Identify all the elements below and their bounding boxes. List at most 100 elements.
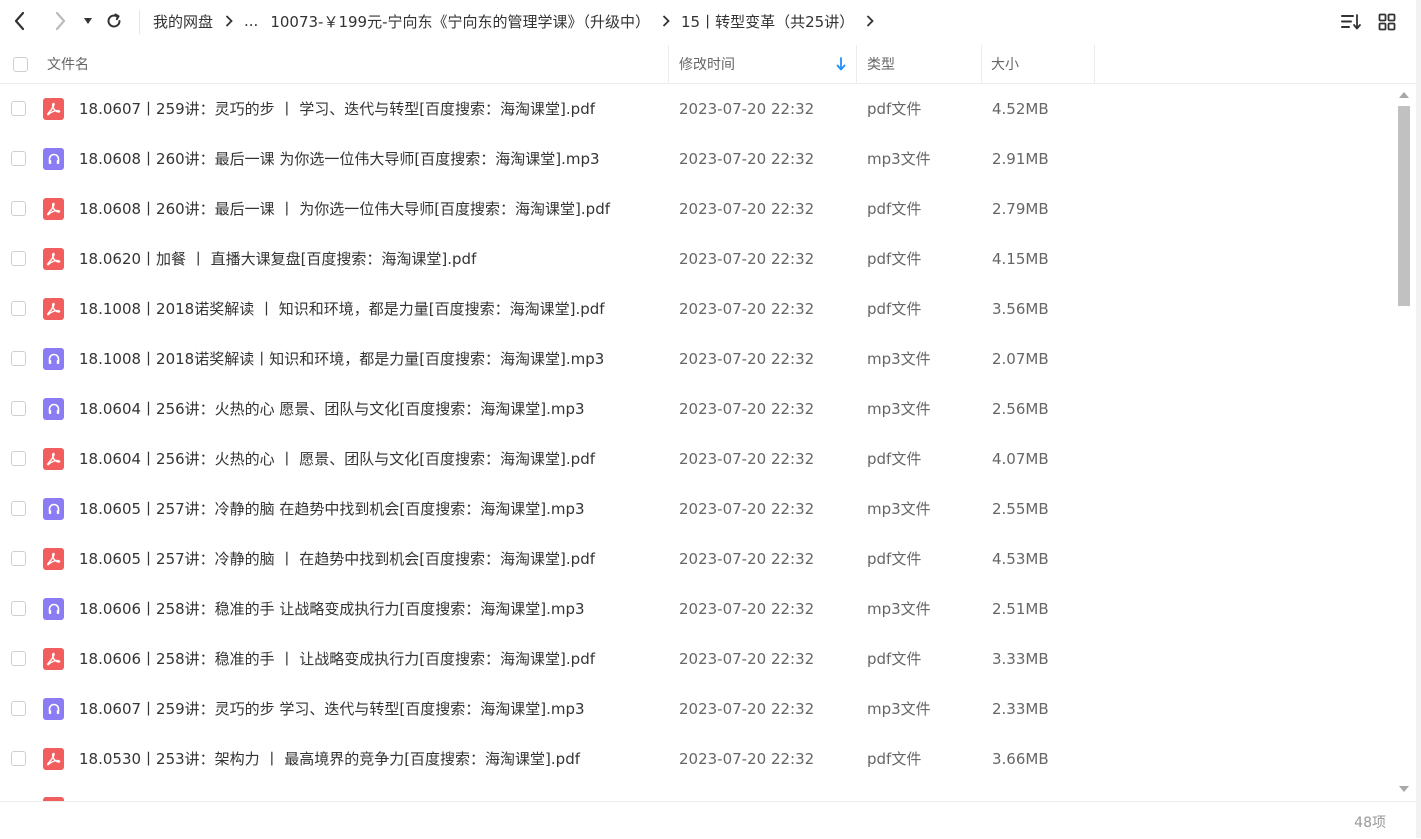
row-checkbox[interactable]	[11, 401, 26, 416]
file-size: 4.53MB	[992, 550, 1049, 568]
window-edge	[1416, 0, 1421, 838]
back-button[interactable]	[8, 8, 32, 34]
chevron-right-icon	[225, 15, 233, 27]
row-checkbox[interactable]	[11, 751, 26, 766]
file-type: mp3文件	[867, 350, 931, 368]
row-checkbox[interactable]	[11, 151, 26, 166]
file-name[interactable]: 18.0607丨259讲：灵巧的步 丨 学习、迭代与转型[百度搜索：海淘课堂].…	[79, 84, 595, 134]
row-checkbox[interactable]	[11, 701, 26, 716]
table-row[interactable]: 18.0605丨257讲：冷静的脑 丨 在趋势中找到机会[百度搜索：海淘课堂].…	[0, 534, 1396, 584]
file-modified-time: 2023-07-20 22:32	[679, 550, 815, 568]
file-size: 4.07MB	[992, 450, 1049, 468]
history-dropdown-button[interactable]	[78, 8, 98, 34]
file-type: pdf文件	[867, 750, 922, 768]
pdf-file-icon	[43, 648, 64, 670]
file-size: 3.33MB	[992, 650, 1049, 668]
table-row[interactable]: 18.0607丨259讲：灵巧的步 丨 学习、迭代与转型[百度搜索：海淘课堂].…	[0, 84, 1396, 134]
triangle-down-icon	[1399, 786, 1409, 792]
file-size: 4.15MB	[992, 250, 1049, 268]
scrollbar-thumb[interactable]	[1398, 106, 1410, 306]
pdf-file-icon	[43, 448, 64, 470]
audio-file-icon	[43, 598, 64, 620]
file-type: pdf文件	[867, 200, 922, 218]
file-name[interactable]: 18.0606丨258讲：稳准的手 丨 让战略变成执行力[百度搜索：海淘课堂].…	[79, 634, 595, 684]
file-name[interactable]: 18.0620丨加餐 丨 直播大课复盘[百度搜索：海淘课堂].pdf	[79, 234, 476, 284]
row-checkbox[interactable]	[11, 251, 26, 266]
file-name[interactable]: 18.0605丨257讲：冷静的脑 在趋势中找到机会[百度搜索：海淘课堂].mp…	[79, 484, 585, 534]
scroll-down-button[interactable]	[1396, 782, 1412, 796]
table-row[interactable]: 18.0607丨259讲：灵巧的步 学习、迭代与转型[百度搜索：海淘课堂].mp…	[0, 684, 1396, 734]
table-row[interactable]: 18.0606丨258讲：稳准的手 让战略变成执行力[百度搜索：海淘课堂].mp…	[0, 584, 1396, 634]
file-modified-time: 2023-07-20 22:32	[679, 500, 815, 518]
file-name[interactable]: 18.0530丨253讲：架构力 丨 最高境界的竞争力[百度搜索：海淘课堂].p…	[79, 734, 580, 784]
file-name[interactable]: 18.1008丨2018诺奖解读 丨 知识和环境，都是力量[百度搜索：海淘课堂]…	[79, 284, 605, 334]
table-row[interactable]: 18.0606丨258讲：稳准的手 丨 让战略变成执行力[百度搜索：海淘课堂].…	[0, 634, 1396, 684]
breadcrumb-item-current[interactable]: 15丨转型变革（共25讲）	[681, 11, 854, 32]
table-row[interactable]: 18.1008丨2018诺奖解读 丨 知识和环境，都是力量[百度搜索：海淘课堂]…	[0, 284, 1396, 334]
file-type: pdf文件	[867, 450, 922, 468]
file-name[interactable]: 18.0604丨256讲：火热的心 愿景、团队与文化[百度搜索：海淘课堂].mp…	[79, 384, 585, 434]
row-checkbox[interactable]	[11, 101, 26, 116]
column-header-type[interactable]: 类型	[867, 45, 895, 83]
row-checkbox[interactable]	[11, 501, 26, 516]
file-modified-time: 2023-07-20 22:32	[679, 350, 815, 368]
row-checkbox[interactable]	[11, 201, 26, 216]
file-size: 2.91MB	[992, 150, 1049, 168]
file-name[interactable]: 18.0604丨256讲：火热的心 丨 愿景、团队与文化[百度搜索：海淘课堂].…	[79, 434, 595, 484]
row-checkbox[interactable]	[11, 301, 26, 316]
breadcrumb-item-ellipsis[interactable]: ...	[244, 12, 258, 30]
file-modified-time: 2023-07-20 22:32	[679, 450, 815, 468]
refresh-button[interactable]	[102, 8, 126, 34]
file-name[interactable]: 18.0608丨260讲：最后一课 为你选一位伟大导师[百度搜索：海淘课堂].m…	[79, 134, 600, 184]
select-all-checkbox[interactable]	[13, 56, 28, 72]
file-size: 2.56MB	[992, 400, 1049, 418]
row-checkbox[interactable]	[11, 551, 26, 566]
scroll-up-button[interactable]	[1396, 88, 1412, 102]
row-checkbox[interactable]	[11, 651, 26, 666]
table-row[interactable]: 18.0605丨257讲：冷静的脑 在趋势中找到机会[百度搜索：海淘课堂].mp…	[0, 484, 1396, 534]
table-row[interactable]: 18.1008丨2018诺奖解读丨知识和环境，都是力量[百度搜索：海淘课堂].m…	[0, 334, 1396, 384]
file-size: 2.79MB	[992, 200, 1049, 218]
pdf-file-icon	[43, 98, 64, 120]
file-type: pdf文件	[867, 100, 922, 118]
select-all-checkbox-cell	[13, 45, 28, 83]
file-size: 2.07MB	[992, 350, 1049, 368]
file-size: 4.52MB	[992, 100, 1049, 118]
table-row[interactable]: 18.0604丨256讲：火热的心 丨 愿景、团队与文化[百度搜索：海淘课堂].…	[0, 434, 1396, 484]
column-header-size[interactable]: 大小	[991, 45, 1019, 83]
breadcrumb-item-course[interactable]: 10073-￥199元-宁向东《宁向东的管理学课》（升级中）	[270, 11, 650, 32]
row-checkbox[interactable]	[11, 601, 26, 616]
file-type: mp3文件	[867, 700, 931, 718]
file-name[interactable]: 18.1008丨2018诺奖解读丨知识和环境，都是力量[百度搜索：海淘课堂].m…	[79, 334, 604, 384]
table-row[interactable]: 18.0530丨253讲：架构力 丨 最高境界的竞争力[百度搜索：海淘课堂].p…	[0, 734, 1396, 784]
breadcrumb-item-root[interactable]: 我的网盘	[153, 11, 213, 32]
column-divider	[1094, 45, 1095, 83]
vertical-scrollbar[interactable]	[1396, 84, 1412, 800]
table-row[interactable]: 18.0620丨加餐 丨 直播大课复盘[百度搜索：海淘课堂].pdf 2023-0…	[0, 234, 1396, 284]
table-row[interactable]: 18.0604丨256讲：火热的心 愿景、团队与文化[百度搜索：海淘课堂].mp…	[0, 384, 1396, 434]
file-modified-time: 2023-07-20 22:32	[679, 150, 815, 168]
column-header-name[interactable]: 文件名	[47, 45, 89, 83]
column-divider	[981, 45, 982, 83]
refresh-icon	[107, 13, 121, 28]
column-header-time[interactable]: 修改时间	[679, 45, 735, 83]
chevron-right-icon	[866, 15, 874, 27]
file-type: pdf文件	[867, 250, 922, 268]
file-name[interactable]: 18.0607丨259讲：灵巧的步 学习、迭代与转型[百度搜索：海淘课堂].mp…	[79, 684, 585, 734]
file-name[interactable]: 18.0606丨258讲：稳准的手 让战略变成执行力[百度搜索：海淘课堂].mp…	[79, 584, 585, 634]
file-name[interactable]: 18.0608丨260讲：最后一课 丨 为你选一位伟大导师[百度搜索：海淘课堂]…	[79, 184, 610, 234]
grid-view-button[interactable]	[1376, 11, 1398, 33]
file-name[interactable]: 18.0605丨257讲：冷静的脑 丨 在趋势中找到机会[百度搜索：海淘课堂].…	[79, 534, 595, 584]
row-checkbox[interactable]	[11, 351, 26, 366]
row-checkbox[interactable]	[11, 451, 26, 466]
table-row[interactable]: 18.0608丨260讲：最后一课 为你选一位伟大导师[百度搜索：海淘课堂].m…	[0, 134, 1396, 184]
file-modified-time: 2023-07-20 22:32	[679, 400, 815, 418]
caret-down-icon	[84, 18, 92, 24]
table-row[interactable]: 18.0608丨260讲：最后一课 丨 为你选一位伟大导师[百度搜索：海淘课堂]…	[0, 184, 1396, 234]
forward-button[interactable]	[48, 8, 72, 34]
file-size: 2.55MB	[992, 500, 1049, 518]
sort-button[interactable]	[1340, 11, 1362, 33]
item-count: 48项	[1354, 815, 1386, 831]
file-modified-time: 2023-07-20 22:32	[679, 200, 815, 218]
chevron-right-icon	[662, 15, 670, 27]
